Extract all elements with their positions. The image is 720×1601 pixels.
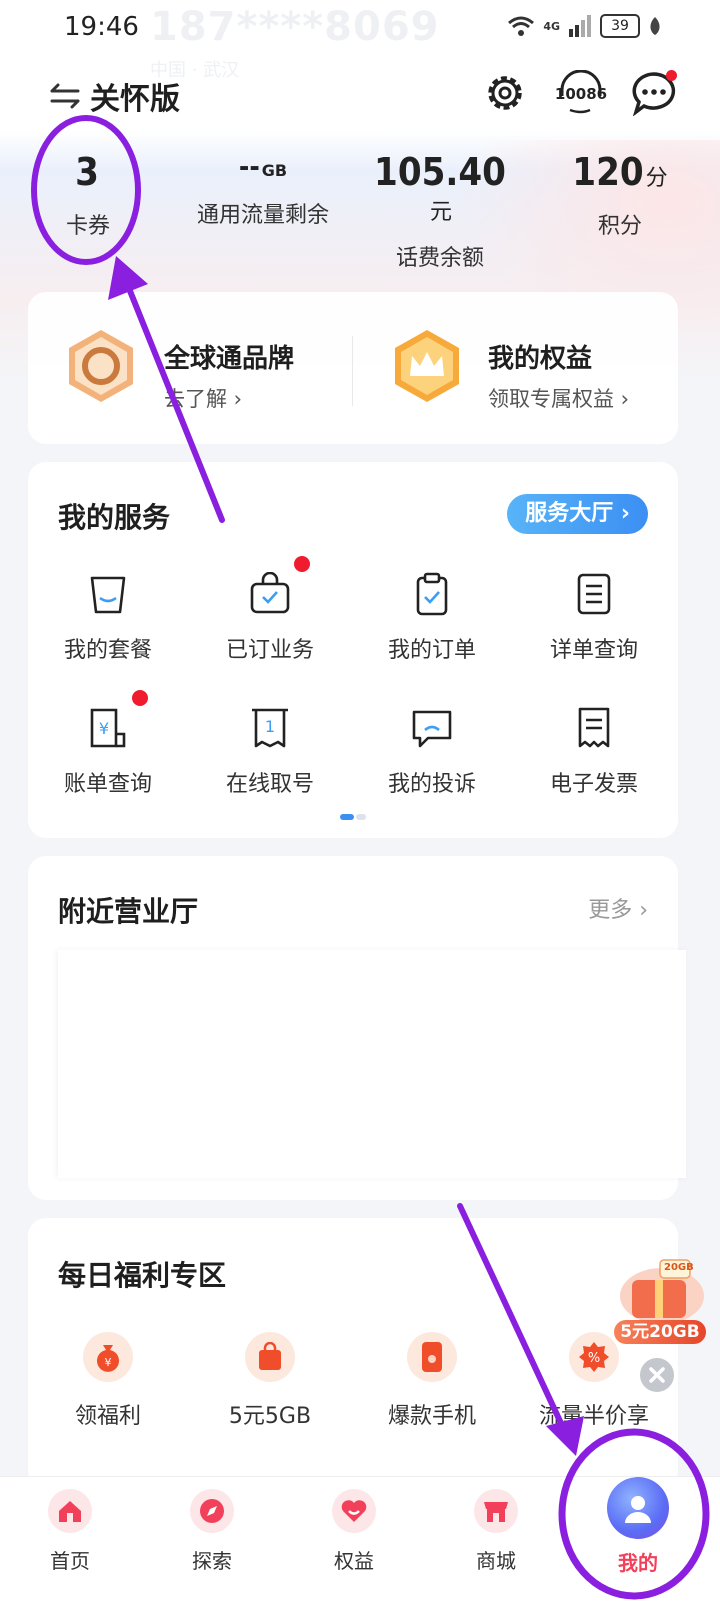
my-rights-entry[interactable]: 我的权益 领取专属权益 › bbox=[392, 330, 672, 412]
switch-arrows-icon bbox=[50, 83, 80, 109]
svg-text:¥: ¥ bbox=[99, 719, 109, 738]
care-mode-toggle[interactable]: 关怀版 bbox=[48, 74, 180, 118]
points-label: 积分 bbox=[597, 214, 642, 239]
services-card: 我的服务 服务大厅 › 我的套餐 已订业务 我的订单 详单查询 ¥ 账单查询 1… bbox=[28, 462, 678, 838]
nearby-more-link[interactable]: 更多 › bbox=[588, 892, 648, 924]
crown-icon bbox=[395, 330, 459, 402]
close-promo-button[interactable] bbox=[638, 1356, 676, 1394]
signal-icon bbox=[569, 15, 591, 37]
money-bag-icon: ¥ bbox=[97, 1345, 119, 1372]
svg-text:¥: ¥ bbox=[105, 1356, 112, 1369]
profile-icon bbox=[625, 1496, 651, 1523]
welfare-5yuan-5gb[interactable]: 5元5GB bbox=[190, 1332, 350, 1430]
welfare-get-benefits[interactable]: ¥ 领福利 bbox=[28, 1332, 188, 1430]
bill-icon: ¥ bbox=[90, 708, 126, 748]
promo-badge: 5元20GB bbox=[614, 1320, 706, 1344]
subscribed-badge-dot bbox=[294, 556, 310, 572]
my-rights-subtitle: 领取专属权益 › bbox=[488, 387, 630, 411]
service-take-number[interactable]: 1 在线取号 bbox=[190, 706, 350, 798]
phone-icon bbox=[422, 1342, 442, 1372]
points-stat[interactable]: 120分 积分 bbox=[570, 150, 670, 240]
promo-tag: 20GB bbox=[664, 1262, 694, 1273]
bill-badge-dot bbox=[132, 690, 148, 706]
unread-dot bbox=[666, 70, 677, 81]
profile-avatar bbox=[607, 1477, 669, 1539]
nearby-stores-card: 附近营业厅 更多 › bbox=[28, 856, 686, 1200]
bag-icon bbox=[90, 576, 126, 614]
service-detail-query[interactable]: 详单查询 bbox=[514, 572, 674, 664]
tab-home[interactable]: 首页 bbox=[20, 1489, 120, 1574]
compass-icon bbox=[200, 1499, 224, 1523]
page-indicator bbox=[340, 814, 366, 820]
bottom-tab-bar: 首页 探索 权益 商城 我的 bbox=[0, 1476, 720, 1601]
card-divider bbox=[352, 336, 353, 406]
tab-explore[interactable]: 探索 bbox=[162, 1489, 262, 1574]
welfare-card: 每日福利专区 ¥ 领福利 5元5GB 爆款手机 % 流量半价享 bbox=[28, 1218, 678, 1488]
subscribed-icon bbox=[250, 572, 290, 614]
nearby-stores-title: 附近营业厅 bbox=[58, 895, 199, 928]
floating-promo[interactable]: 20GB 5元20GB bbox=[612, 1256, 708, 1350]
invoice-icon bbox=[578, 707, 610, 748]
phone-balance-stat[interactable]: 105.40元 话费余额 bbox=[370, 150, 510, 272]
close-icon bbox=[649, 1367, 665, 1383]
tab-mine[interactable]: 我的 bbox=[588, 1477, 688, 1576]
welfare-hot-phones[interactable]: 爆款手机 bbox=[352, 1332, 512, 1430]
svg-text:%: % bbox=[588, 1351, 600, 1366]
messages-button[interactable] bbox=[630, 70, 677, 117]
data-balance-value: -- bbox=[238, 150, 260, 183]
svg-text:1: 1 bbox=[265, 717, 275, 736]
leaf-icon bbox=[650, 17, 660, 35]
status-icons: 4G 39 bbox=[507, 14, 662, 38]
hotline-number: 10086 bbox=[554, 85, 608, 103]
data-balance-label: 通用流量剩余 bbox=[196, 203, 329, 228]
settings-icon[interactable] bbox=[482, 70, 528, 116]
phone-balance-label: 话费余额 bbox=[395, 246, 484, 271]
service-bill-query[interactable]: ¥ 账单查询 bbox=[28, 706, 188, 798]
service-e-invoice[interactable]: 电子发票 bbox=[514, 706, 674, 798]
brand-gotone-title: 全球通品牌 bbox=[164, 344, 295, 374]
services-title: 我的服务 bbox=[58, 501, 171, 534]
nearby-map-area bbox=[58, 950, 686, 1178]
service-subscribed[interactable]: 已订业务 bbox=[190, 572, 350, 664]
hotline-button[interactable]: 10086 bbox=[554, 69, 608, 116]
discount-icon: % bbox=[579, 1342, 609, 1372]
shopping-bag-icon bbox=[259, 1342, 281, 1370]
tab-rights[interactable]: 权益 bbox=[304, 1489, 404, 1574]
masked-phone-number: 187****8069 bbox=[150, 4, 440, 50]
brand-gotone-entry[interactable]: 全球通品牌 去了解 › bbox=[66, 330, 356, 412]
clipboard-icon bbox=[416, 572, 448, 616]
service-my-orders[interactable]: 我的订单 bbox=[352, 572, 512, 664]
data-balance-stat[interactable]: -- GB 通用流量剩余 bbox=[188, 150, 338, 229]
service-my-plan[interactable]: 我的套餐 bbox=[28, 572, 188, 664]
home-icon bbox=[59, 1501, 81, 1522]
battery-indicator: 39 bbox=[600, 14, 640, 38]
care-mode-label: 关怀版 bbox=[90, 82, 180, 117]
service-complaints[interactable]: 我的投诉 bbox=[352, 706, 512, 798]
heart-icon bbox=[341, 1500, 367, 1522]
welfare-title: 每日福利专区 bbox=[58, 1259, 227, 1292]
network-type: 4G bbox=[543, 19, 560, 33]
phone-balance-value: 105.40 bbox=[374, 150, 506, 194]
brand-card: 全球通品牌 去了解 › 我的权益 领取专属权益 › bbox=[28, 292, 678, 444]
coupons-label: 卡券 bbox=[65, 214, 110, 239]
brand-gotone-subtitle: 去了解 › bbox=[164, 387, 243, 411]
complaint-icon bbox=[412, 710, 452, 748]
wifi-icon bbox=[508, 16, 535, 36]
points-value: 120 bbox=[572, 150, 644, 194]
tab-store[interactable]: 商城 bbox=[446, 1489, 546, 1574]
coupons-count: 3 bbox=[75, 150, 99, 194]
my-rights-title: 我的权益 bbox=[488, 344, 593, 374]
service-hall-button[interactable]: 服务大厅 › bbox=[507, 494, 648, 534]
ticket-icon: 1 bbox=[252, 708, 288, 748]
store-icon bbox=[484, 1502, 508, 1522]
gotone-logo-icon bbox=[69, 330, 133, 402]
coupons-stat[interactable]: 3 卡券 bbox=[48, 150, 128, 240]
status-bar: 19:46 187****8069 4G 39 bbox=[0, 0, 720, 56]
list-icon bbox=[577, 573, 611, 615]
status-time: 19:46 bbox=[64, 12, 139, 42]
